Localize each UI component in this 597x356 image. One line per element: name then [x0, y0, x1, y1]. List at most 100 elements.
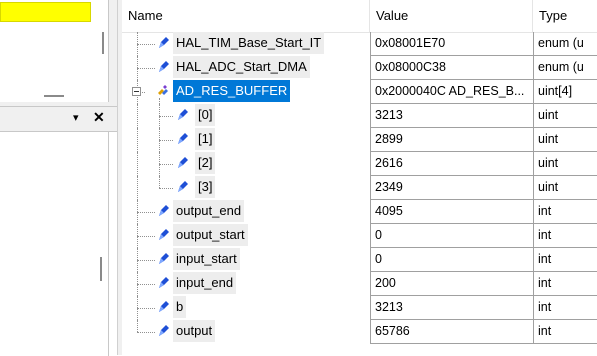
variable-icon — [156, 252, 170, 266]
type-cell: int — [533, 296, 597, 320]
tree-line — [159, 140, 173, 141]
name-cell: input_start — [122, 248, 370, 272]
value-cell[interactable]: 0x08000C38 — [370, 56, 533, 80]
variable-name[interactable]: [2] — [195, 152, 216, 174]
value-cell[interactable]: 2349 — [370, 176, 533, 200]
pane-divider — [108, 132, 109, 356]
value-cell[interactable]: 0 — [370, 248, 533, 272]
array-element-row[interactable]: [1] 2899 uint — [122, 128, 597, 152]
pane-toolbar: ▾ ✕ — [0, 107, 117, 132]
dropdown-arrow-icon[interactable]: ▾ — [73, 111, 79, 124]
type-cell: int — [533, 224, 597, 248]
column-header-value[interactable]: Value — [370, 0, 533, 32]
variable-name[interactable]: b — [173, 296, 187, 318]
variable-icon — [175, 132, 189, 146]
watch-row[interactable]: b 3213 int — [122, 296, 597, 320]
type-cell: int — [533, 248, 597, 272]
name-cell: [2] — [122, 152, 370, 176]
tree-line — [137, 260, 155, 261]
column-header-type[interactable]: Type — [533, 0, 597, 32]
close-icon[interactable]: ✕ — [93, 109, 105, 126]
variable-icon — [156, 60, 170, 74]
tree-line — [137, 308, 155, 309]
variable-name[interactable]: output_end — [173, 200, 245, 222]
tree-line — [159, 176, 160, 188]
watch-row[interactable]: input_end 200 int — [122, 272, 597, 296]
top-left-pane — [0, 0, 109, 102]
scrollbar-thumb[interactable] — [100, 257, 102, 281]
watch-grid: Name Value Type HAL_TIM_Base_Start_IT 0x0… — [122, 0, 597, 355]
type-cell: uint[4] — [533, 80, 597, 104]
type-cell: uint — [533, 128, 597, 152]
value-cell[interactable]: 65786 — [370, 320, 533, 344]
variable-name[interactable]: output_start — [173, 224, 248, 246]
value-cell[interactable]: 2616 — [370, 152, 533, 176]
variable-name[interactable]: output — [173, 320, 216, 342]
type-cell: int — [533, 200, 597, 224]
name-cell: [1] — [122, 128, 370, 152]
collapse-toggle[interactable] — [132, 87, 141, 96]
variable-icon — [156, 276, 170, 290]
value-cell[interactable]: 3213 — [370, 104, 533, 128]
value-cell[interactable]: 4095 — [370, 200, 533, 224]
scrollbar-thumb[interactable] — [102, 32, 104, 54]
tree-line — [159, 116, 173, 117]
name-cell: [0] — [122, 104, 370, 128]
value-cell[interactable]: 2899 — [370, 128, 533, 152]
tree-line — [137, 152, 138, 176]
value-cell[interactable]: 0 — [370, 224, 533, 248]
variable-icon — [156, 36, 170, 50]
tree-line — [137, 128, 138, 152]
variable-name[interactable]: input_end — [173, 272, 237, 294]
variable-name[interactable]: HAL_ADC_Start_DMA — [173, 56, 310, 78]
name-cell: HAL_TIM_Base_Start_IT — [122, 32, 370, 56]
name-cell: output_start — [122, 224, 370, 248]
name-cell: input_end — [122, 272, 370, 296]
value-cell[interactable]: 0x2000040C AD_RES_B... — [370, 80, 533, 104]
tree-line — [159, 164, 173, 165]
tree-line — [137, 284, 155, 285]
watch-row[interactable]: output_start 0 int — [122, 224, 597, 248]
name-cell: output_end — [122, 200, 370, 224]
tree-line — [137, 212, 155, 213]
tree-line — [137, 320, 138, 332]
bottom-left-pane: ▾ ✕ — [0, 106, 117, 356]
value-cell[interactable]: 3213 — [370, 296, 533, 320]
variable-name[interactable]: input_start — [173, 248, 240, 270]
tree-line — [137, 44, 155, 45]
variable-icon — [175, 156, 189, 170]
watch-row[interactable]: HAL_ADC_Start_DMA 0x08000C38 enum (u — [122, 56, 597, 80]
variable-name[interactable]: AD_RES_BUFFER — [173, 80, 291, 102]
type-cell: enum (u — [533, 32, 597, 56]
watch-row[interactable]: output_end 4095 int — [122, 200, 597, 224]
variable-name[interactable]: [0] — [195, 104, 216, 126]
highlighted-line — [0, 2, 91, 22]
tree-line — [137, 68, 155, 69]
variable-name[interactable]: [1] — [195, 128, 216, 150]
array-element-row[interactable]: [0] 3213 uint — [122, 104, 597, 128]
type-cell: uint — [533, 152, 597, 176]
variable-icon — [156, 300, 170, 314]
left-panel: ▾ ✕ — [0, 0, 117, 356]
array-element-row[interactable]: [2] 2616 uint — [122, 152, 597, 176]
variable-icon — [175, 108, 189, 122]
tree-line — [159, 188, 173, 189]
tree-line — [137, 104, 138, 128]
type-cell: uint — [533, 176, 597, 200]
variable-name[interactable]: [3] — [195, 176, 216, 198]
variable-icon — [156, 228, 170, 242]
type-cell: int — [533, 320, 597, 344]
column-header-name[interactable]: Name — [122, 0, 370, 32]
watch-row[interactable]: input_start 0 int — [122, 248, 597, 272]
watch-row[interactable]: output 65786 int — [122, 320, 597, 344]
array-icon — [156, 84, 170, 98]
splitter-handle[interactable] — [44, 95, 64, 97]
tree-line — [137, 236, 155, 237]
variable-name[interactable]: HAL_TIM_Base_Start_IT — [173, 32, 325, 54]
watch-row[interactable]: HAL_TIM_Base_Start_IT 0x08001E70 enum (u — [122, 32, 597, 56]
array-element-row[interactable]: [3] 2349 uint — [122, 176, 597, 200]
value-cell[interactable]: 200 — [370, 272, 533, 296]
value-cell[interactable]: 0x08001E70 — [370, 32, 533, 56]
tree-line — [137, 332, 155, 333]
watch-row[interactable]: AD_RES_BUFFER 0x2000040C AD_RES_B... uint[… — [122, 80, 597, 104]
